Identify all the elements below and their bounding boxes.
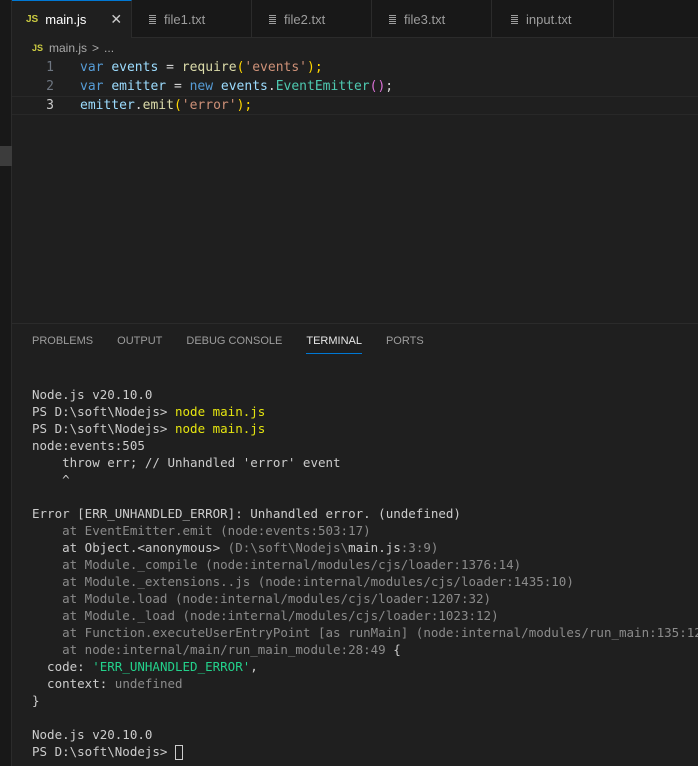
tab-label: file1.txt: [164, 11, 206, 27]
tab-file1[interactable]: file1.txt: [132, 0, 252, 38]
terminal-line: Error [ERR_UNHANDLED_ERROR]: Unhandled e…: [32, 506, 461, 521]
line-number: 2: [46, 79, 54, 94]
tab-output[interactable]: OUTPUT: [117, 324, 162, 358]
stack-line: at node:internal/main/run_main_module:28…: [32, 642, 401, 657]
editor-tabs: JS main.js ✕ file1.txt file2.txt file3.t…: [12, 0, 698, 38]
terminal-line: Node.js v20.10.0: [32, 387, 153, 402]
tab-label: input.txt: [526, 11, 572, 27]
breadcrumb: JS main.js > ...: [12, 38, 698, 58]
tab-debug-console[interactable]: DEBUG CONSOLE: [186, 324, 282, 358]
terminal-line: context: undefined: [32, 676, 183, 691]
code-line: 2 var emitter = new events.EventEmitter(…: [12, 77, 698, 96]
terminal-line: }: [32, 693, 40, 708]
tab-label: main.js: [45, 12, 87, 27]
stack-line: at Module.load (node:internal/modules/cj…: [32, 591, 492, 606]
terminal-line: node:events:505: [32, 438, 145, 453]
breadcrumb-rest[interactable]: ...: [104, 41, 114, 55]
tab-label: file3.txt: [404, 11, 446, 27]
stack-line: at Module._compile (node:internal/module…: [32, 557, 522, 572]
tab-file3[interactable]: file3.txt: [372, 0, 492, 38]
activity-strip: [0, 0, 12, 766]
panel-tabs: PROBLEMS OUTPUT DEBUG CONSOLE TERMINAL P…: [12, 324, 698, 358]
text-file-icon: [510, 14, 519, 25]
code-text: var emitter = new events.EventEmitter();: [80, 79, 394, 94]
terminal-line: Node.js v20.10.0: [32, 727, 153, 742]
tab-label: file2.txt: [284, 11, 326, 27]
terminal-output[interactable]: Node.js v20.10.0 PS D:\soft\Nodejs> node…: [32, 386, 698, 760]
terminal-line: PS D:\soft\Nodejs> node main.js: [32, 421, 266, 436]
stack-line: at EventEmitter.emit (node:events:503:17…: [32, 523, 371, 538]
text-file-icon: [268, 14, 277, 25]
js-icon: JS: [26, 14, 39, 25]
code-line: 1 var events = require('events');: [12, 58, 698, 77]
stack-line: at Module._extensions..js (node:internal…: [32, 574, 574, 589]
terminal-line: PS D:\soft\Nodejs> node main.js: [32, 404, 266, 419]
chevron-right-icon: >: [92, 41, 100, 55]
js-icon: JS: [32, 43, 44, 53]
text-file-icon: [388, 14, 397, 25]
terminal-line: ^: [32, 472, 70, 487]
line-number: 1: [46, 60, 54, 75]
code-line-current: 3 emitter.emit('error');: [12, 96, 698, 115]
stack-line: at Object.<anonymous> (D:\soft\Nodejs\ma…: [32, 540, 439, 555]
tab-file2[interactable]: file2.txt: [252, 0, 372, 38]
scroll-marker: [0, 146, 12, 166]
text-file-icon: [148, 14, 157, 25]
tab-ports[interactable]: PORTS: [386, 324, 424, 358]
tab-terminal[interactable]: TERMINAL: [306, 324, 362, 358]
terminal-line: code: 'ERR_UNHANDLED_ERROR',: [32, 659, 258, 674]
breadcrumb-file[interactable]: main.js: [49, 41, 87, 55]
stack-line: at Function.executeUserEntryPoint [as ru…: [32, 625, 698, 640]
tab-input[interactable]: input.txt: [492, 0, 614, 38]
code-editor[interactable]: 1 var events = require('events'); 2 var …: [12, 58, 698, 323]
tab-main-js[interactable]: JS main.js ✕: [12, 0, 132, 38]
code-text: emitter.emit('error');: [80, 98, 253, 113]
terminal-line: throw err; // Unhandled 'error' event: [32, 455, 341, 470]
close-icon[interactable]: ✕: [110, 11, 122, 28]
code-text: var events = require('events');: [80, 60, 323, 75]
terminal-prompt-line: PS D:\soft\Nodejs>: [32, 743, 692, 760]
terminal-cursor[interactable]: [175, 745, 183, 760]
stack-line: at Module._load (node:internal/modules/c…: [32, 608, 499, 623]
line-number: 3: [46, 98, 54, 113]
tab-problems[interactable]: PROBLEMS: [32, 324, 93, 358]
